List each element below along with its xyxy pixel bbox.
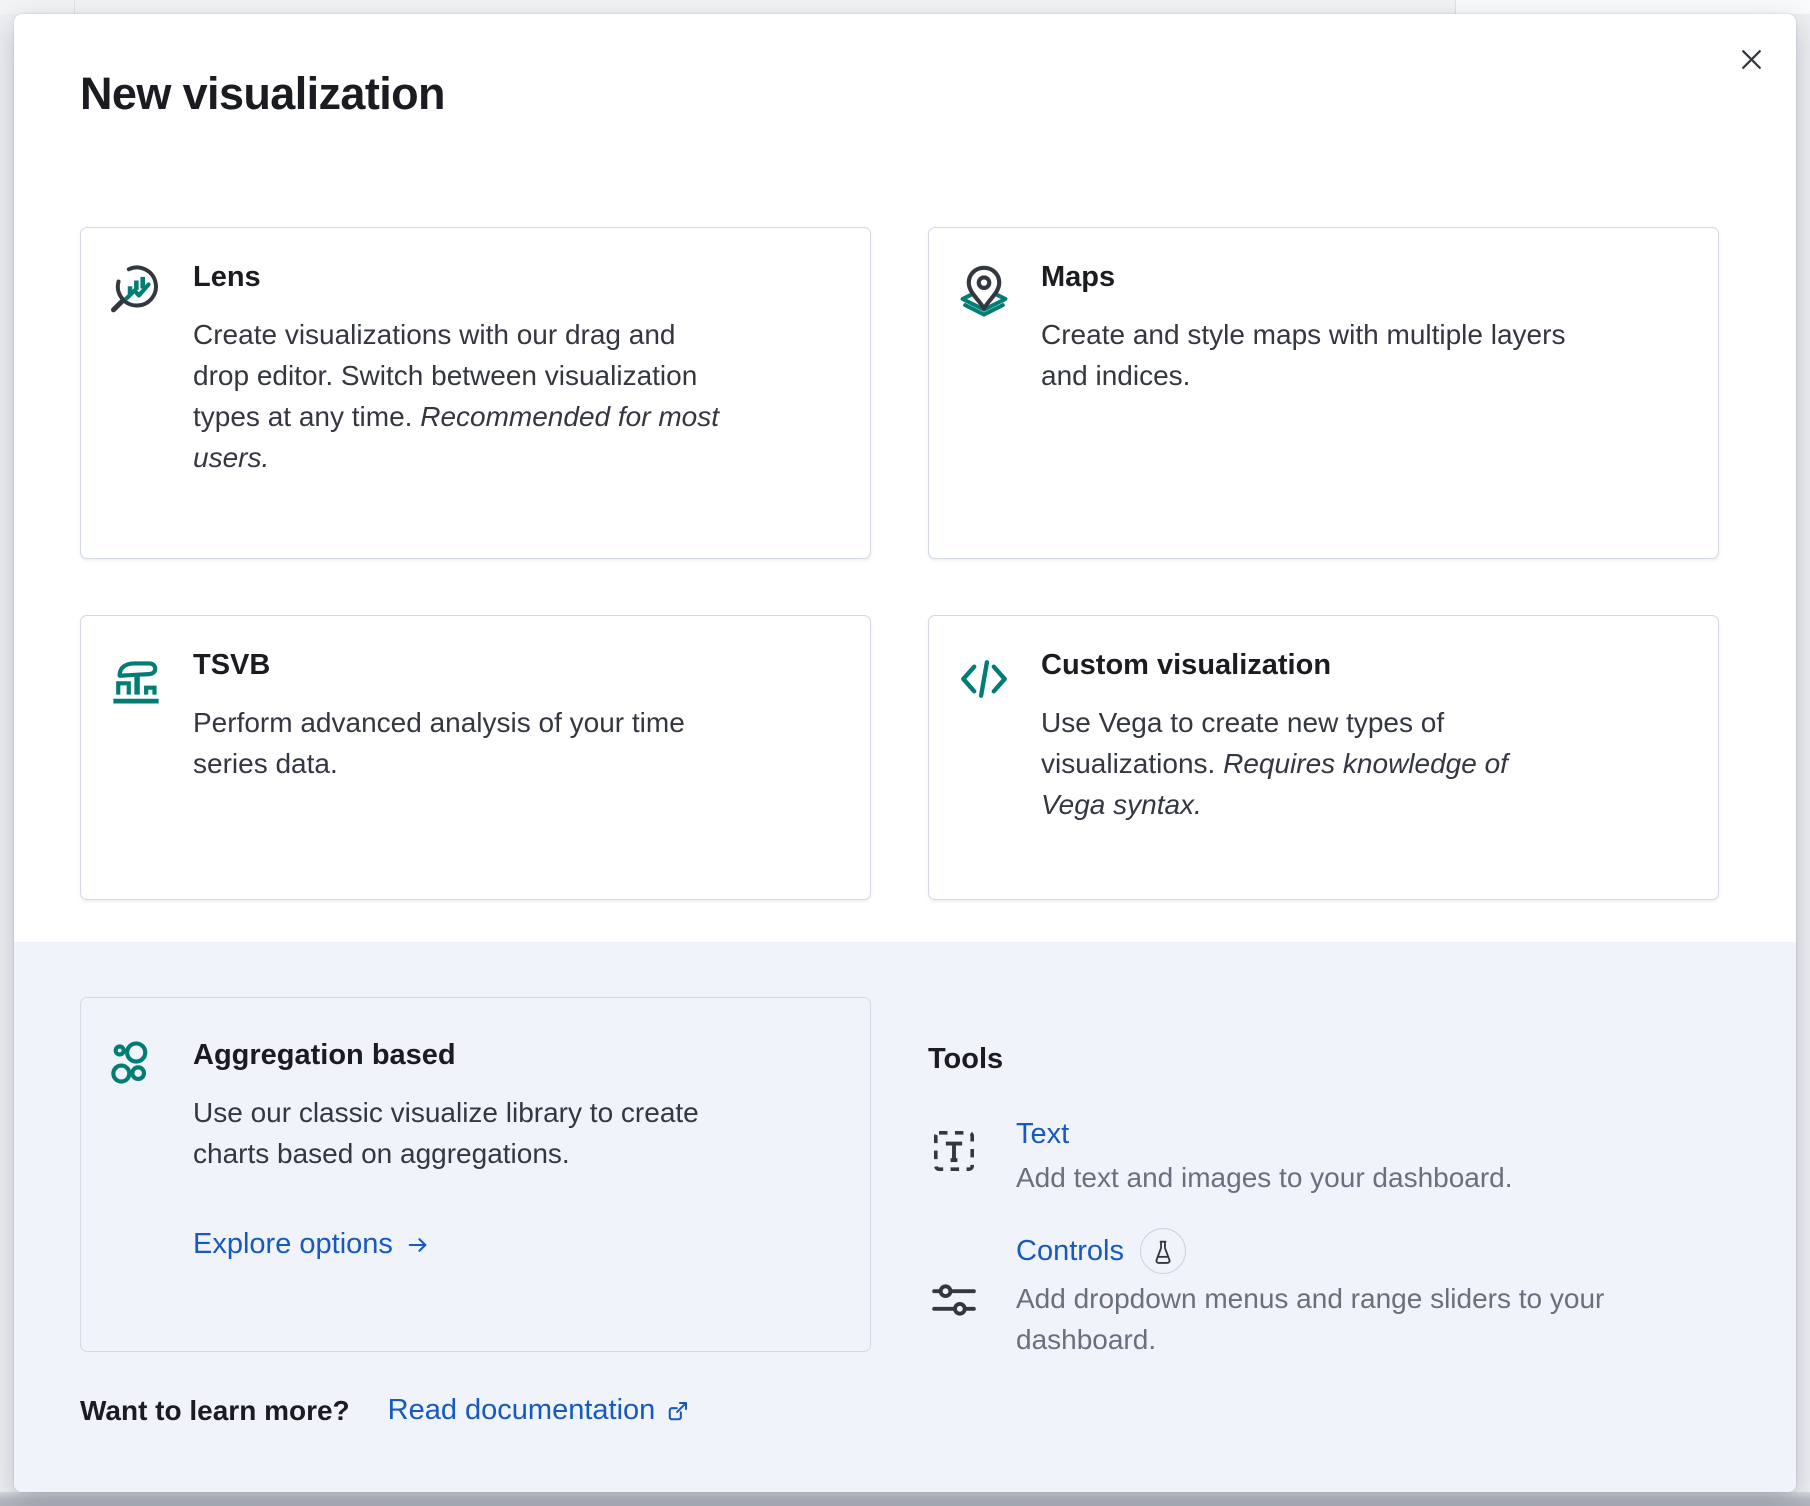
tool-controls-row: Controls Add dropdown menus and range sl… bbox=[928, 1228, 1719, 1360]
card-aggregation-based[interactable]: Aggregation based Use our classic visual… bbox=[80, 997, 871, 1352]
close-button[interactable] bbox=[1728, 36, 1774, 82]
close-icon bbox=[1738, 46, 1765, 73]
card-description: Create visualizations with our drag and … bbox=[193, 314, 728, 478]
cluster-circles-icon bbox=[107, 1038, 165, 1321]
card-tsvb[interactable]: TSVB Perform advanced analysis of your t… bbox=[80, 615, 871, 900]
card-title: Maps bbox=[1041, 258, 1576, 296]
new-visualization-modal: New visualization Lens Create bbox=[14, 14, 1796, 1492]
tool-text-row: Text Add text and images to your dashboa… bbox=[928, 1115, 1719, 1198]
page-divider bbox=[1455, 0, 1456, 14]
page-behind-modal-top bbox=[0, 0, 1810, 14]
read-documentation-link[interactable]: Read documentation bbox=[388, 1394, 692, 1427]
page-divider bbox=[74, 0, 75, 14]
card-maps[interactable]: Maps Create and style maps with multiple… bbox=[928, 227, 1719, 559]
tools-heading: Tools bbox=[928, 1041, 1719, 1077]
page-behind-modal-bottom bbox=[0, 1492, 1810, 1506]
beaker-lab-badge bbox=[1140, 1228, 1186, 1274]
card-title: TSVB bbox=[193, 646, 728, 684]
card-title: Custom visualization bbox=[1041, 646, 1576, 684]
card-title: Lens bbox=[193, 258, 728, 296]
sliders-icon bbox=[928, 1274, 980, 1360]
external-link-icon bbox=[665, 1398, 691, 1424]
card-title: Aggregation based bbox=[193, 1036, 728, 1074]
controls-tool-link[interactable]: Controls bbox=[1016, 1232, 1124, 1270]
modal-title: New visualization bbox=[80, 66, 445, 122]
magnifier-with-chart-icon bbox=[107, 262, 165, 528]
explore-options-link[interactable]: Explore options bbox=[193, 1228, 429, 1261]
arrow-right-icon bbox=[407, 1234, 429, 1256]
tool-description: Add text and images to your dashboard. bbox=[1016, 1157, 1513, 1198]
visualization-type-list: Lens Create visualizations with our drag… bbox=[80, 227, 1719, 900]
learn-more-text: Want to learn more? bbox=[80, 1395, 350, 1427]
card-description: Create and style maps with multiple laye… bbox=[1041, 314, 1576, 396]
card-description: Perform advanced analysis of your time s… bbox=[193, 702, 728, 784]
time-series-builder-icon bbox=[107, 650, 165, 869]
secondary-options-section: Aggregation based Use our classic visual… bbox=[14, 942, 1796, 1492]
tool-description: Add dropdown menus and range sliders to … bbox=[1016, 1278, 1661, 1360]
card-lens[interactable]: Lens Create visualizations with our drag… bbox=[80, 227, 871, 559]
text-tool-link[interactable]: Text bbox=[1016, 1118, 1069, 1150]
card-custom-visualization[interactable]: Custom visualization Use Vega to create … bbox=[928, 615, 1719, 900]
modal-footer: Want to learn more? Read documentation bbox=[80, 1394, 691, 1427]
card-description: Use Vega to create new types of visualiz… bbox=[1041, 702, 1576, 825]
page-behind-modal-top-right bbox=[1456, 0, 1810, 14]
card-description: Use our classic visualize library to cre… bbox=[193, 1092, 728, 1174]
code-brackets-icon bbox=[955, 650, 1013, 869]
text-frame-icon bbox=[928, 1125, 980, 1198]
map-pin-layers-icon bbox=[955, 262, 1013, 528]
tools-panel: Tools Text Add text and images to your d… bbox=[928, 997, 1719, 1360]
